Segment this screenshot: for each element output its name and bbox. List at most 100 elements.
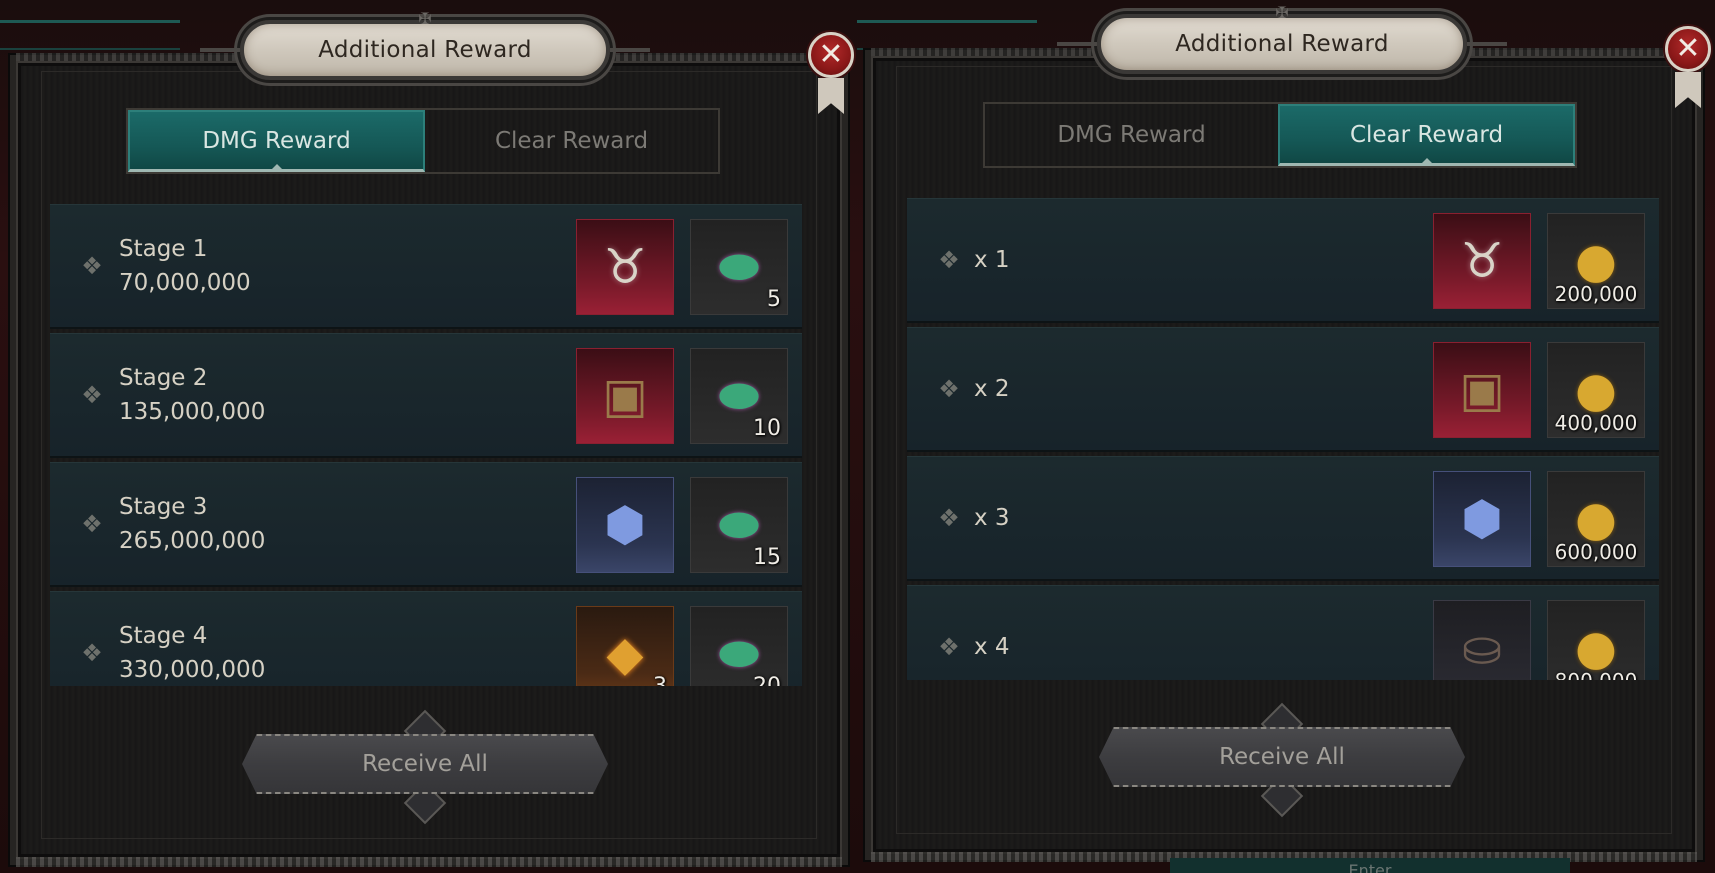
row-marker-icon: ❖ — [81, 381, 103, 409]
reward-tabs: DMG Reward Clear Reward — [983, 102, 1577, 168]
iron-chest-icon: ⛀ — [1461, 620, 1503, 676]
row-marker-icon: ❖ — [81, 252, 103, 280]
close-icon: ✕ — [1675, 31, 1701, 66]
reward-row: ❖ x 3 ⬢ ● 600,000 — [907, 456, 1659, 581]
background-tab-strip — [0, 20, 180, 50]
reward-row: ❖ Stage 3 265,000,000 ⬢ ⬬ 15 — [50, 462, 802, 587]
reward-slot[interactable]: ⬢ — [576, 477, 674, 573]
reward-tabs: DMG Reward Clear Reward — [126, 108, 720, 174]
gold-coin-icon: ● — [1575, 620, 1617, 676]
row-text: x 3 — [974, 501, 1010, 535]
tab-label: DMG Reward — [1057, 122, 1206, 148]
background-enter-button: Enter — [1170, 858, 1570, 873]
gold-coin-icon: ● — [1575, 362, 1617, 418]
reward-slot[interactable]: ▣ — [1433, 342, 1531, 438]
clear-count-label: x 3 — [974, 505, 1010, 531]
gold-coin-icon: ● — [1575, 491, 1617, 547]
reward-slot[interactable]: ⬬ 15 — [690, 477, 788, 573]
tab-clear-reward[interactable]: Clear Reward — [425, 110, 718, 172]
reward-row: ❖ Stage 2 135,000,000 ▣ ⬬ 10 — [50, 333, 802, 458]
reward-slot[interactable]: ◆ 3 — [576, 606, 674, 686]
gold-coin-icon: ● — [1575, 233, 1617, 289]
rune-cube-icon: ⬢ — [1461, 491, 1503, 547]
damage-threshold: 135,000,000 — [119, 399, 266, 425]
row-text: Stage 3 265,000,000 — [119, 490, 265, 558]
reward-list[interactable]: ❖ x 1 ♉ ● 200,000 ❖ x 2 ▣ ● 400,000 ❖ x … — [907, 198, 1659, 680]
beast-emblem-icon: ♉ — [603, 239, 647, 295]
crest-icon: ✠ — [418, 9, 432, 28]
row-text: x 1 — [974, 243, 1010, 277]
enter-label: Enter — [1348, 861, 1392, 873]
reward-quantity: 800,000 — [1548, 669, 1644, 680]
reward-quantity: 400,000 — [1554, 411, 1638, 435]
beast-emblem-icon: ♉ — [1460, 233, 1504, 289]
stage-label: Stage 1 — [119, 236, 208, 262]
stage-label: Stage 3 — [119, 494, 208, 520]
row-text: x 2 — [974, 372, 1010, 406]
amber-rune-stone-icon: ◆ — [606, 626, 644, 682]
row-text: Stage 4 330,000,000 — [119, 619, 265, 686]
dialog-title-plate: ✠ Additional Reward — [1097, 3, 1467, 74]
stage-label: Stage 2 — [119, 365, 208, 391]
crest-icon: ✠ — [1275, 3, 1289, 22]
reward-slot[interactable]: ⬬ 10 — [690, 348, 788, 444]
receive-all-button[interactable]: Receive All — [242, 734, 608, 794]
rune-cube-icon: ⬢ — [604, 497, 646, 553]
tab-dmg-reward[interactable]: DMG Reward — [128, 110, 425, 172]
reward-slot[interactable]: ● 200,000 — [1547, 213, 1645, 309]
iridescent-ore-icon: ⬬ — [718, 239, 760, 295]
reward-slot[interactable]: ⬬ 5 — [690, 219, 788, 315]
reward-dialog-dmg: ✠ Additional Reward ✕ DMG Reward Clear R… — [0, 0, 857, 873]
reward-quantity: 15 — [753, 545, 781, 570]
stage-label: Stage 4 — [119, 623, 208, 649]
row-marker-icon: ❖ — [81, 639, 103, 667]
tab-label: DMG Reward — [202, 127, 351, 154]
row-marker-icon: ❖ — [938, 375, 960, 403]
close-button[interactable]: ✕ — [1665, 26, 1711, 72]
clear-count-label: x 4 — [974, 634, 1010, 660]
close-button[interactable]: ✕ — [808, 32, 854, 78]
tab-clear-reward[interactable]: Clear Reward — [1278, 104, 1575, 166]
reward-slot[interactable]: ⛀ — [1433, 600, 1531, 680]
tab-dmg-reward[interactable]: DMG Reward — [985, 104, 1278, 166]
reward-slot[interactable]: ♉ — [576, 219, 674, 315]
receive-all-label: Receive All — [1219, 744, 1345, 770]
dialog-title-plate: ✠ Additional Reward — [240, 9, 610, 80]
damage-threshold: 70,000,000 — [119, 270, 251, 296]
receive-all-button[interactable]: Receive All — [1099, 727, 1465, 787]
iridescent-ore-icon: ⬬ — [718, 368, 760, 424]
row-text: Stage 2 135,000,000 — [119, 361, 265, 429]
frame-bottom-border — [16, 857, 842, 867]
active-tab-caret — [268, 164, 285, 172]
reward-row: ❖ x 4 ⛀ ● 800,000 — [907, 585, 1659, 680]
row-marker-icon: ❖ — [81, 510, 103, 538]
reward-list[interactable]: ❖ Stage 1 70,000,000 ♉ ⬬ 5 ❖ Stage 2 135… — [50, 204, 802, 686]
reward-slot[interactable]: ⬢ — [1433, 471, 1531, 567]
reward-quantity: 10 — [753, 416, 781, 441]
reward-row: ❖ x 2 ▣ ● 400,000 — [907, 327, 1659, 452]
reward-slot[interactable]: ● 400,000 — [1547, 342, 1645, 438]
iridescent-ore-icon: ⬬ — [718, 497, 760, 553]
reward-slot[interactable]: ⬬ 20 — [690, 606, 788, 686]
reward-slot[interactable]: ▣ — [576, 348, 674, 444]
reward-quantity: 20 — [753, 674, 781, 686]
reward-slot[interactable]: ● 600,000 — [1547, 471, 1645, 567]
reward-row: ❖ x 1 ♉ ● 200,000 — [907, 198, 1659, 323]
reward-slot[interactable]: ♉ — [1433, 213, 1531, 309]
reward-row: ❖ Stage 4 330,000,000 ◆ 3 ⬬ 20 — [50, 591, 802, 686]
reward-row: ❖ Stage 1 70,000,000 ♉ ⬬ 5 — [50, 204, 802, 329]
reward-quantity: 3 — [653, 674, 667, 686]
reward-slot[interactable]: ● 800,000 — [1547, 600, 1645, 680]
reward-dialog-clear: ✠ Additional Reward ✕ DMG Reward Clear R… — [857, 0, 1714, 873]
clear-count-label: x 2 — [974, 376, 1010, 402]
row-text: Stage 1 70,000,000 — [119, 232, 251, 300]
background-tab-strip — [857, 20, 1037, 50]
tab-label: Clear Reward — [494, 128, 649, 154]
row-marker-icon: ❖ — [938, 246, 960, 274]
row-text: x 4 — [974, 630, 1010, 664]
receive-all-label: Receive All — [362, 751, 488, 777]
tab-label: Clear Reward — [1349, 121, 1504, 148]
damage-threshold: 330,000,000 — [119, 657, 266, 683]
clear-count-label: x 1 — [974, 247, 1010, 273]
reward-quantity: 200,000 — [1554, 282, 1638, 306]
